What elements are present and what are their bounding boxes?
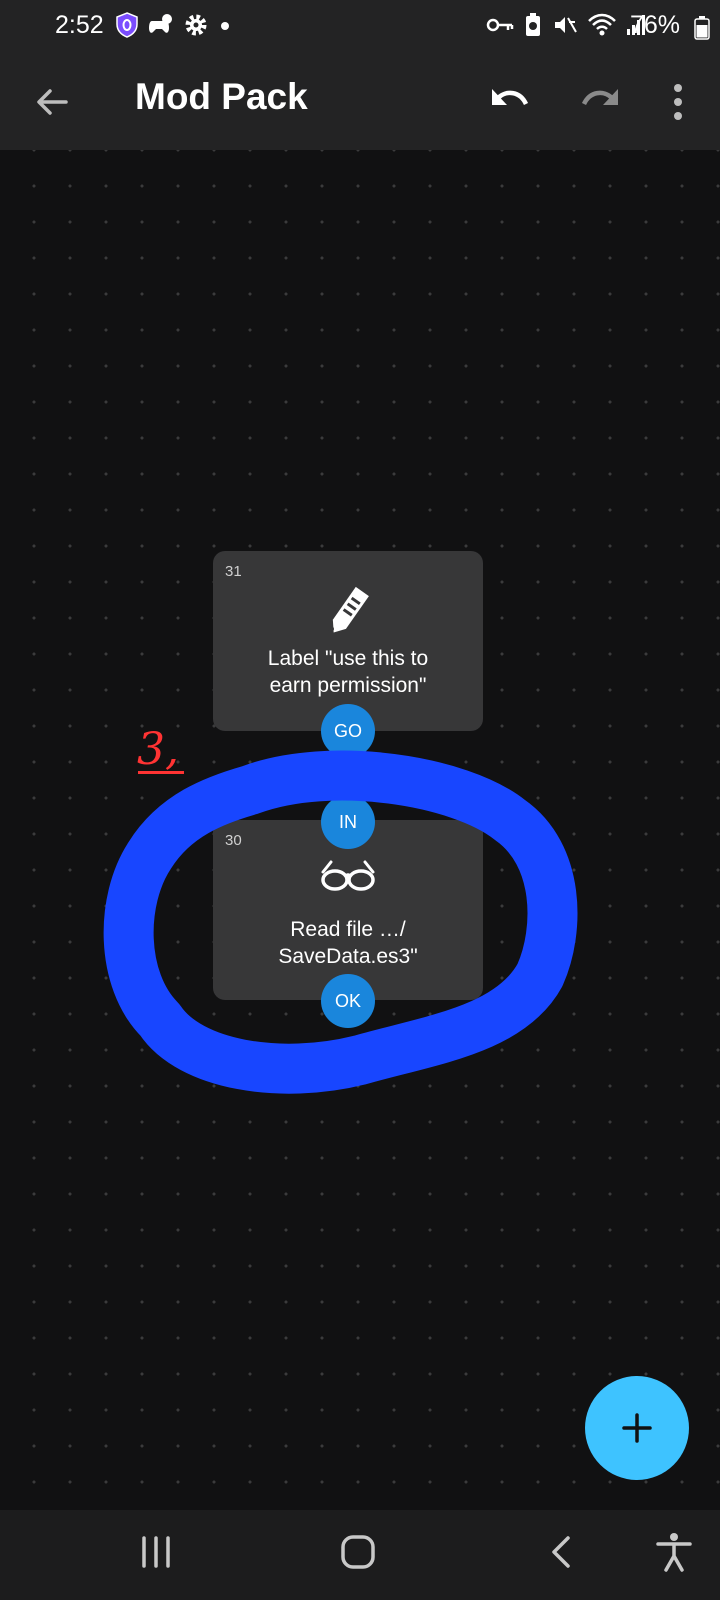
recent-apps-icon[interactable] <box>138 1532 174 1572</box>
annotation-circle <box>103 750 578 1094</box>
accessibility-icon[interactable] <box>652 1530 696 1574</box>
add-node-button[interactable] <box>585 1376 689 1480</box>
annotation-number: 3, <box>137 724 179 775</box>
plus-icon <box>622 1413 652 1443</box>
back-icon[interactable] <box>546 1532 576 1572</box>
annotation-underline <box>138 771 184 774</box>
system-nav-bar <box>0 1510 720 1600</box>
home-icon[interactable] <box>338 1532 378 1572</box>
